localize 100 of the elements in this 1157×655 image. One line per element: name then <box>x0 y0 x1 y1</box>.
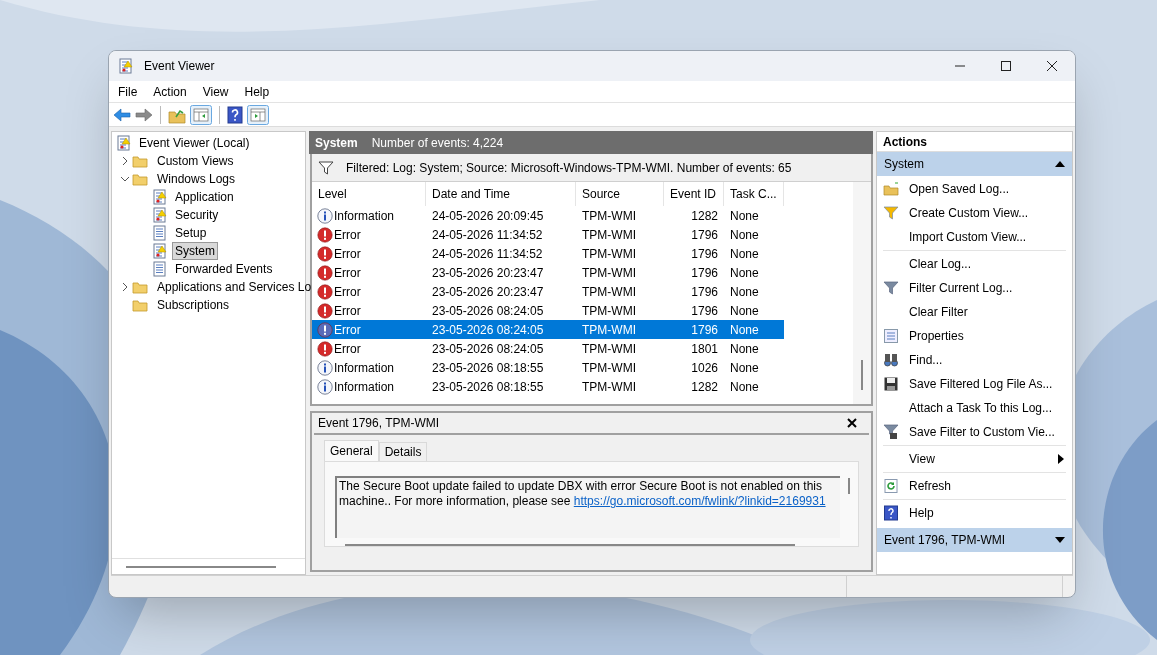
filter-summary: Filtered: Log: System; Source: Microsoft-Windows-TPM-WMI. Number of events: 65 <box>346 159 792 177</box>
table-cell-text: Error <box>334 321 361 339</box>
pane-command[interactable]: Open Saved Log... <box>909 180 1066 198</box>
pane-command[interactable]: Save Filtered Log File As... <box>909 375 1066 393</box>
menu-item[interactable]: File <box>111 82 145 101</box>
table-row[interactable]: Information 24-05-2026 20:09:45 TPM-WMI 1282 None <box>312 206 784 225</box>
table-cell-text: TPM-WMI <box>581 207 637 225</box>
info-icon <box>317 378 333 395</box>
table-cell-text: None <box>729 207 760 225</box>
table-row[interactable]: Error 23-05-2026 08:24:05 TPM-WMI 1796 None <box>312 320 784 339</box>
scrollbar-thumb[interactable] <box>126 565 276 568</box>
table-row[interactable]: Error 23-05-2026 08:24:05 TPM-WMI 1796 None <box>312 301 784 320</box>
table-cell-text: Error <box>334 245 361 263</box>
table-cell-text: 1796 <box>690 264 719 282</box>
log-name: System <box>315 134 358 152</box>
tree-item[interactable]: Setup <box>172 224 210 242</box>
table-cell-text: 1796 <box>690 302 719 320</box>
table-row[interactable]: Error 24-05-2026 11:34:52 TPM-WMI 1796 None <box>312 244 784 263</box>
pane-toggle-icon[interactable] <box>190 104 212 125</box>
pane-command[interactable]: Properties <box>909 327 1066 345</box>
column-header[interactable]: Source <box>576 182 664 206</box>
error-icon <box>317 283 333 300</box>
column-header[interactable]: Task C... <box>724 182 784 206</box>
table-cell-text: None <box>729 340 760 358</box>
table-cell-text: None <box>729 359 760 377</box>
scrollbar-thumb[interactable] <box>861 360 863 390</box>
tab[interactable]: General <box>324 440 379 461</box>
table-cell-text: None <box>729 302 760 320</box>
menu-item[interactable]: Action <box>146 82 194 101</box>
section-title: Event 1796, TPM-WMI <box>884 532 1007 549</box>
pane-command[interactable]: Create Custom View... <box>909 204 1066 222</box>
pane-command[interactable]: Clear Filter <box>909 303 1066 321</box>
section-title: System <box>884 156 925 173</box>
table-cell-text: 24-05-2026 11:34:52 <box>431 245 544 263</box>
pane-command[interactable]: Attach a Task To this Log... <box>909 399 1066 417</box>
table-cell-text: TPM-WMI <box>581 378 637 396</box>
pane-command[interactable]: Refresh <box>909 477 1066 495</box>
refresh-icon <box>883 478 899 494</box>
window-title: Event Viewer <box>144 58 215 75</box>
tree-item[interactable]: Event Viewer (Local) <box>136 134 253 152</box>
back-arrow-icon[interactable] <box>113 105 131 124</box>
filter-icon <box>318 160 334 175</box>
event-log-icon <box>116 135 132 151</box>
error-icon <box>317 302 333 319</box>
menu-item[interactable]: Help <box>237 82 277 101</box>
folder-icon <box>883 181 899 197</box>
filter-icon <box>883 280 899 296</box>
table-cell-text: 1282 <box>690 207 719 225</box>
pane-command[interactable]: Help <box>909 504 1066 522</box>
table-cell-text: None <box>729 378 760 396</box>
table-row[interactable]: Error 24-05-2026 11:34:52 TPM-WMI 1796 None <box>312 225 784 244</box>
help-icon[interactable] <box>227 105 243 124</box>
column-header[interactable]: Event ID <box>664 182 724 206</box>
tree-item[interactable]: Security <box>172 206 222 224</box>
column-header[interactable]: Date and Time <box>426 182 576 206</box>
pane-command[interactable]: Find... <box>909 351 1066 369</box>
table-cell-text: None <box>729 245 760 263</box>
table-cell-text: Error <box>334 226 361 244</box>
section-header[interactable]: Event 1796, TPM-WMI <box>877 528 1072 552</box>
tree-item[interactable]: System <box>172 242 218 260</box>
table-row[interactable]: Error 23-05-2026 20:23:47 TPM-WMI 1796 None <box>312 282 784 301</box>
tree-item[interactable]: Custom Views <box>154 152 237 170</box>
binoculars-icon <box>883 352 899 368</box>
scrollbar-thumb[interactable] <box>848 478 850 494</box>
menu-item[interactable]: View <box>195 82 236 101</box>
table-cell-text: 1026 <box>690 359 719 377</box>
event-log-icon <box>152 243 168 259</box>
event-log-icon <box>152 207 168 223</box>
table-row[interactable]: Information 23-05-2026 08:18:55 TPM-WMI 1026 None <box>312 358 784 377</box>
pane-command[interactable]: Clear Log... <box>909 255 1066 273</box>
tree-item[interactable]: Forwarded Events <box>172 260 276 278</box>
folder-icon <box>132 171 148 187</box>
pane-command[interactable]: Filter Current Log... <box>909 279 1066 297</box>
pane-command[interactable]: Import Custom View... <box>909 228 1066 246</box>
filter-save-icon <box>883 424 899 440</box>
info-icon <box>317 207 333 224</box>
table-cell-text: 1796 <box>690 321 719 339</box>
scrollbar-thumb[interactable] <box>345 544 795 546</box>
section-header[interactable]: System <box>877 152 1072 176</box>
table-row[interactable]: Error 23-05-2026 20:23:47 TPM-WMI 1796 None <box>312 263 784 282</box>
pane-command[interactable]: View <box>909 450 1058 468</box>
tree-item[interactable]: Applications and Services Lo <box>154 278 315 296</box>
tree-item[interactable]: Subscriptions <box>154 296 233 314</box>
table-cell-text: None <box>729 264 760 282</box>
table-cell-text: TPM-WMI <box>581 302 637 320</box>
pane-command[interactable]: Save Filter to Custom Vie... <box>909 423 1066 441</box>
event-log-icon <box>152 189 168 205</box>
tree-item[interactable]: Windows Logs <box>154 170 239 188</box>
close-icon[interactable] <box>845 416 859 430</box>
table-row[interactable]: Error 23-05-2026 08:24:05 TPM-WMI 1801 None <box>312 339 784 358</box>
table-cell-text: 1801 <box>690 340 719 358</box>
link[interactable]: https://go.microsoft.com/fwlink/?linkid=2169931 <box>573 494 826 508</box>
tree-item[interactable]: Application <box>172 188 237 206</box>
event-count: Number of events: 4,224 <box>371 134 504 152</box>
forward-arrow-icon[interactable] <box>135 105 153 124</box>
column-header[interactable]: Level <box>312 182 426 206</box>
tab[interactable]: Details <box>378 442 428 461</box>
table-row[interactable]: Information 23-05-2026 08:18:55 TPM-WMI 1282 None <box>312 377 784 396</box>
table-cell-text: TPM-WMI <box>581 264 637 282</box>
folder-icon <box>132 297 148 313</box>
